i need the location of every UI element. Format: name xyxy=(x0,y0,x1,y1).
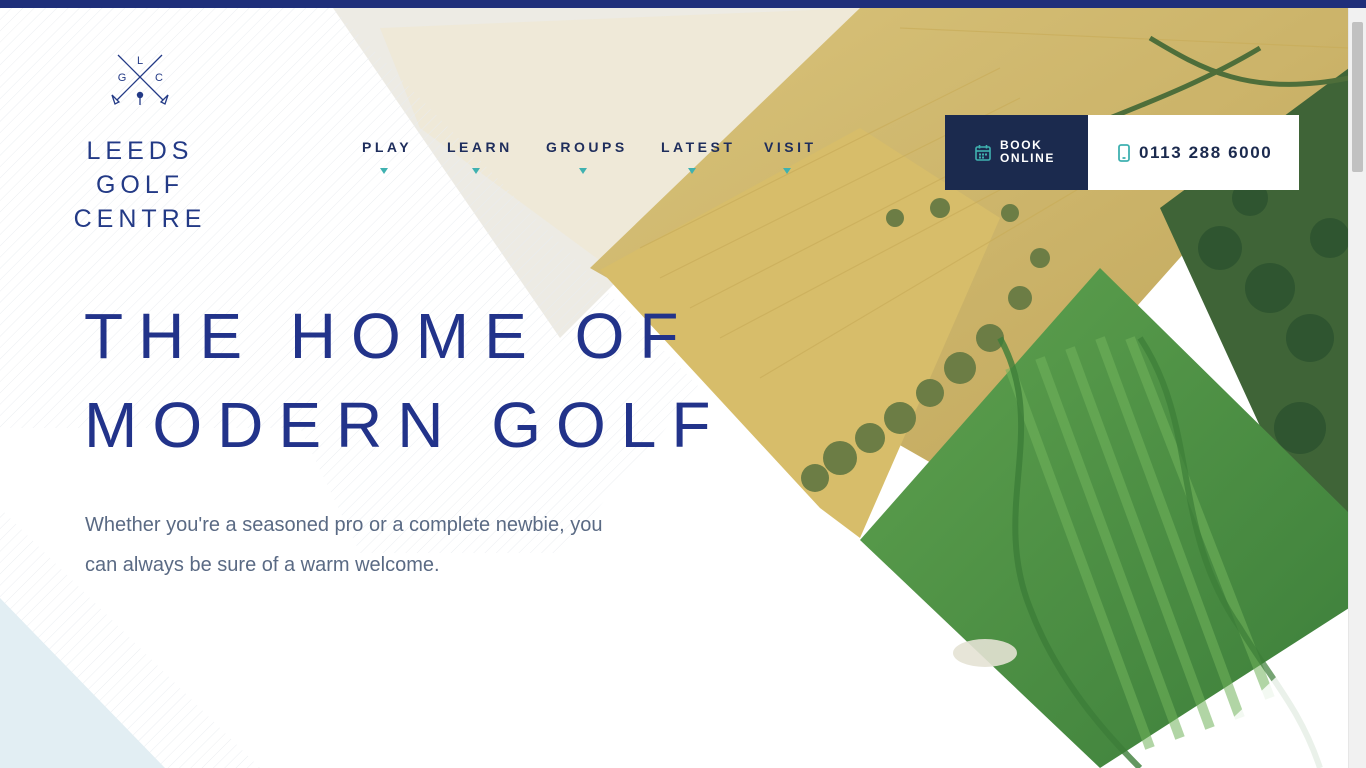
nav-item-label: LATEST xyxy=(661,139,736,155)
nav-item-learn[interactable]: LEARN xyxy=(447,139,513,174)
logo-line-1: LEEDS GOLF xyxy=(86,137,194,199)
calendar-icon xyxy=(975,145,991,161)
svg-text:C: C xyxy=(155,72,163,84)
nav-item-label: LEARN xyxy=(447,139,513,155)
nav-item-visit[interactable]: VISIT xyxy=(764,139,817,174)
book-online-label: BOOK ONLINE xyxy=(1000,139,1055,165)
nav-item-label: PLAY xyxy=(362,139,413,155)
caret-down-icon xyxy=(783,168,791,174)
hero-headline: THE HOME OF MODERN GOLF xyxy=(84,292,725,470)
hero-headline-line-2: MODERN GOLF xyxy=(84,389,726,461)
scrollbar-thumb[interactable] xyxy=(1352,22,1363,172)
caret-down-icon xyxy=(688,168,696,174)
phone-number: 0113 288 6000 xyxy=(1139,143,1273,162)
page-scrollbar[interactable] xyxy=(1348,8,1366,768)
crossed-golf-clubs-icon: L G C xyxy=(111,54,169,105)
mobile-phone-icon xyxy=(1118,144,1130,162)
nav-item-label: VISIT xyxy=(764,139,817,155)
caret-down-icon xyxy=(579,168,587,174)
site-logo[interactable]: L G C LEEDS GOLF CENTRE xyxy=(40,50,240,236)
nav-item-groups[interactable]: GROUPS xyxy=(546,139,628,174)
svg-text:L: L xyxy=(137,55,143,67)
caret-down-icon xyxy=(380,168,388,174)
nav-item-label: GROUPS xyxy=(546,139,628,155)
caret-down-icon xyxy=(472,168,480,174)
phone-number-button[interactable]: 0113 288 6000 xyxy=(1088,115,1299,190)
logo-wordmark: LEEDS GOLF CENTRE xyxy=(40,134,240,236)
book-label-line-2: ONLINE xyxy=(1000,151,1055,165)
logo-line-2: CENTRE xyxy=(73,205,207,233)
book-online-button[interactable]: BOOK ONLINE xyxy=(945,115,1088,190)
nav-item-play[interactable]: PLAY xyxy=(362,139,413,174)
nav-item-latest[interactable]: LATEST xyxy=(661,139,736,174)
top-accent-bar xyxy=(0,0,1366,8)
hero-headline-line-1: THE HOME OF xyxy=(84,300,694,372)
svg-text:G: G xyxy=(118,72,127,84)
hero-subtext: Whether you're a seasoned pro or a compl… xyxy=(85,514,603,576)
